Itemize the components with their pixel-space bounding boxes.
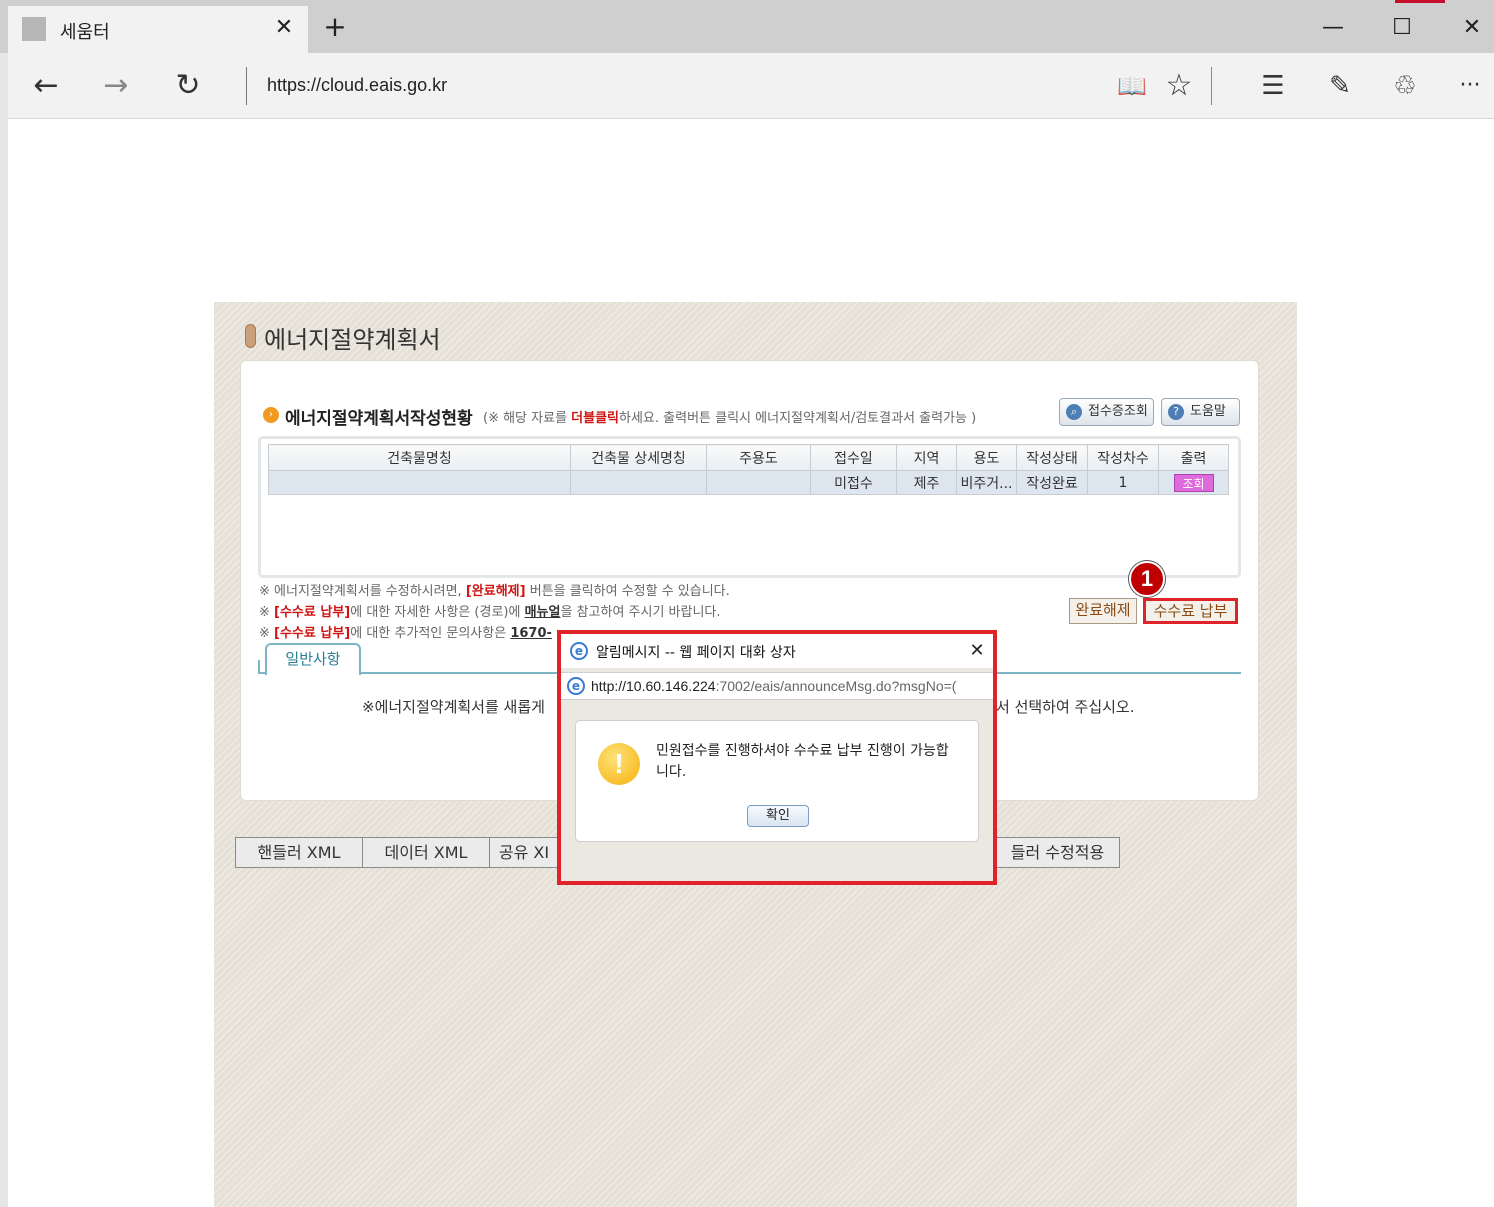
ie-url-icon: e: [567, 677, 585, 695]
ie-icon: e: [570, 642, 588, 660]
col-building-detail[interactable]: 건축물 상세명칭: [570, 444, 707, 471]
pay-fee-button[interactable]: 수수료 납부: [1143, 598, 1238, 624]
maximize-button[interactable]: ☐: [1382, 10, 1422, 46]
address-separator: [246, 67, 247, 105]
back-icon[interactable]: ←: [26, 66, 66, 106]
search-icon: ⌕: [1066, 404, 1082, 420]
alert-dialog: e 알림메시지 -- 웹 페이지 대화 상자 ✕ e http://10.60.…: [557, 630, 997, 885]
guide-text-left: ※에너지절약계획서를 새롭게: [362, 698, 545, 716]
notice-line-1: ※ 에너지절약계획서를 수정하시려면, [완료해제] 버튼을 클릭하여 수정할 …: [259, 584, 730, 599]
guide-text-right: 서 선택하여 주십시오.: [996, 698, 1135, 716]
cell-building-name: [268, 470, 571, 495]
minimize-button[interactable]: —: [1313, 10, 1353, 46]
reading-view-icon[interactable]: 📖: [1112, 66, 1152, 106]
cell-region: 제주: [896, 470, 957, 495]
release-complete-button[interactable]: 완료해제: [1069, 598, 1137, 624]
favorite-star-icon[interactable]: ☆: [1159, 66, 1199, 106]
cell-purpose: 비주거...: [956, 470, 1017, 495]
cell-revision: 1: [1087, 470, 1159, 495]
dialog-title: 알림메시지 -- 웹 페이지 대화 상자: [596, 645, 796, 661]
web-note-icon[interactable]: ✎: [1320, 66, 1360, 106]
section-note: (※ 해당 자료를 더블클릭하세요. 출력버튼 클릭시 에너지절약계획서/검토결…: [483, 411, 977, 426]
col-building-name[interactable]: 건축물명칭: [268, 444, 571, 471]
cell-receipt-date: 미접수: [810, 470, 897, 495]
col-region[interactable]: 지역: [896, 444, 957, 471]
section-arrow-icon: ›: [263, 407, 279, 423]
data-xml-button[interactable]: 데이터 XML: [362, 837, 490, 868]
tab-general[interactable]: 일반사항: [265, 643, 361, 675]
cell-status: 작성완료: [1016, 470, 1088, 495]
receipt-lookup-button[interactable]: ⌕ 접수증조회: [1059, 398, 1154, 426]
more-icon[interactable]: ···: [1450, 66, 1490, 106]
dialog-url-bar: e http://10.60.146.224:7002/eais/announc…: [561, 672, 993, 700]
manual-link[interactable]: 매뉴얼: [525, 605, 561, 620]
address-bar[interactable]: https://cloud.eais.go.kr: [267, 75, 447, 96]
browser-tab[interactable]: 세움터 ✕: [8, 6, 308, 53]
section-title: 에너지절약계획서작성현황: [285, 409, 473, 429]
warning-icon: !: [598, 743, 640, 785]
tab-close-icon[interactable]: ✕: [270, 12, 298, 44]
hub-icon[interactable]: ☰: [1253, 66, 1293, 106]
notice-line-3: ※ [수수료 납부]에 대한 추가적인 문의사항은 1670-: [259, 626, 552, 641]
col-purpose[interactable]: 용도: [956, 444, 1017, 471]
col-main-use[interactable]: 주용도: [706, 444, 811, 471]
window-close-button[interactable]: ✕: [1452, 10, 1492, 46]
dialog-url: http://10.60.146.224:7002/eais/announceM…: [591, 678, 957, 694]
col-status[interactable]: 작성상태: [1016, 444, 1088, 471]
col-receipt-date[interactable]: 접수일: [810, 444, 897, 471]
handler-xml-button[interactable]: 핸들러 XML: [235, 837, 363, 868]
share-icon[interactable]: ♲: [1385, 66, 1425, 106]
help-icon: ?: [1168, 404, 1184, 420]
dialog-body: ! 민원접수를 진행하셔야 수수료 납부 진행이 가능합니다. 확인: [575, 720, 979, 842]
cell-output: 조회: [1158, 470, 1229, 495]
notice-line-2: ※ [수수료 납부]에 대한 자세한 사항은 (경로)에 매뉴얼을 참고하여 주…: [259, 605, 721, 620]
tab-bar: 세움터 ✕ + — ☐ ✕: [0, 0, 1494, 53]
page-title: 에너지절약계획서: [264, 326, 441, 354]
status-table: 건축물명칭 건축물 상세명칭 주용도 접수일 지역 용도 작성상태 작성차수 출…: [268, 444, 1229, 495]
toolbar-separator: [1211, 67, 1212, 105]
window-edge: [0, 53, 8, 1207]
tab-title: 세움터: [60, 22, 110, 43]
new-tab-button[interactable]: +: [318, 10, 352, 44]
handler-apply-button[interactable]: 들러 수정적용: [995, 837, 1120, 868]
shared-xml-button[interactable]: 공유 XI: [489, 837, 559, 868]
dialog-ok-button[interactable]: 확인: [747, 805, 809, 827]
cell-main-use: [706, 470, 811, 495]
col-revision[interactable]: 작성차수: [1087, 444, 1159, 471]
col-output[interactable]: 출력: [1158, 444, 1229, 471]
table-row[interactable]: 미접수 제주 비주거... 작성완료 1 조회: [268, 470, 1229, 495]
view-button[interactable]: 조회: [1173, 473, 1214, 492]
dialog-close-icon[interactable]: ✕: [965, 638, 989, 664]
favicon-icon: [22, 17, 46, 41]
window-accent: [1395, 0, 1445, 3]
step-marker: 1: [1129, 561, 1165, 597]
help-button[interactable]: ? 도움말: [1161, 398, 1240, 426]
dialog-titlebar: e 알림메시지 -- 웹 페이지 대화 상자 ✕: [561, 634, 993, 668]
refresh-icon[interactable]: ↻: [168, 66, 208, 106]
forward-icon[interactable]: →: [96, 66, 136, 106]
navigation-bar: ← → ↻ https://cloud.eais.go.kr 📖 ☆ ☰ ✎ ♲…: [8, 53, 1494, 119]
title-bullet-icon: [245, 324, 256, 348]
table-header-row: 건축물명칭 건축물 상세명칭 주용도 접수일 지역 용도 작성상태 작성차수 출…: [268, 444, 1229, 471]
cell-building-detail: [570, 470, 707, 495]
dialog-message: 민원접수를 진행하셔야 수수료 납부 진행이 가능합니다.: [656, 743, 949, 780]
